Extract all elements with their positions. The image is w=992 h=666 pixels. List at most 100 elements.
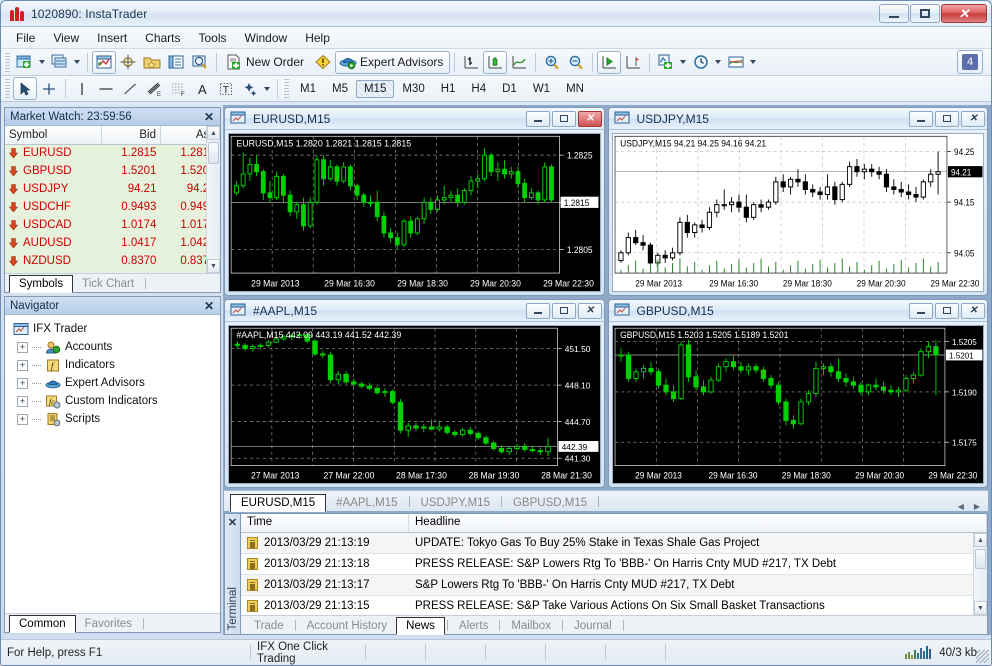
- shapes-button[interactable]: [238, 77, 273, 100]
- news-row[interactable]: 2013/03/29 21:13:17 S&P Lowers Rtg To 'BB…: [241, 575, 987, 596]
- market-watch-row[interactable]: USDCAD 1.0174 1.0177: [5, 216, 220, 235]
- market-watch-row[interactable]: AUDUSD 1.0417 1.0420: [5, 234, 220, 253]
- alert-button[interactable]: [311, 51, 335, 74]
- periods-button[interactable]: [689, 51, 724, 74]
- news-column-headline[interactable]: Headline: [409, 514, 987, 532]
- strategy-tester-button[interactable]: [188, 51, 212, 74]
- chart-minimize-button[interactable]: [909, 110, 933, 127]
- period-bar-grip[interactable]: [283, 79, 289, 98]
- period-m1[interactable]: M1: [292, 80, 324, 98]
- tree-item-expert-advisors[interactable]: + Expert Advisors: [9, 374, 216, 392]
- chart-restore-button[interactable]: [935, 110, 959, 127]
- scrollbar-thumb[interactable]: [208, 142, 219, 164]
- period-h4[interactable]: H4: [463, 80, 494, 98]
- expander-icon[interactable]: +: [17, 359, 28, 371]
- menu-charts[interactable]: Charts: [136, 29, 189, 47]
- text-button[interactable]: A: [190, 77, 214, 100]
- market-watch-row[interactable]: NZDUSD 0.8370 0.8373: [5, 252, 220, 271]
- cursor-button[interactable]: [13, 77, 37, 100]
- scroll-up-icon[interactable]: ▲: [207, 126, 220, 140]
- tab-alerts[interactable]: Alerts: [450, 618, 497, 634]
- zoom-in-button[interactable]: [540, 51, 564, 74]
- menu-file[interactable]: File: [7, 29, 44, 47]
- vertical-line-button[interactable]: [70, 77, 94, 100]
- market-watch-row[interactable]: USDCHF 0.9493 0.9496: [5, 198, 220, 217]
- horizontal-line-button[interactable]: [94, 77, 118, 100]
- chart-close-button[interactable]: ✕: [577, 302, 602, 319]
- trendline-button[interactable]: [118, 77, 142, 100]
- news-row[interactable]: 2013/03/29 21:13:19 UPDATE: Tokyo Gas To …: [241, 533, 987, 554]
- news-column-time[interactable]: Time: [241, 514, 409, 532]
- candlestick-chart-button[interactable]: [483, 50, 508, 74]
- news-scrollbar[interactable]: ▲ ▼: [973, 533, 987, 615]
- chart-minimize-button[interactable]: [525, 302, 550, 319]
- tab-journal[interactable]: Journal: [565, 618, 621, 634]
- tree-root-ifx-trader[interactable]: IFX Trader: [9, 320, 216, 338]
- chart-window-titlebar[interactable]: USDJPY,M15 ✕: [608, 108, 987, 130]
- window-resize-grip[interactable]: [976, 650, 989, 663]
- tab-tick-chart[interactable]: Tick Chart: [73, 276, 143, 292]
- market-watch-row[interactable]: GBPUSD 1.5201 1.5204: [5, 162, 220, 181]
- chart-tab-aapl[interactable]: #AAPL,M15: [326, 495, 407, 511]
- market-watch-row[interactable]: USDJPY 94.21 94.24: [5, 180, 220, 199]
- chart-restore-button[interactable]: [935, 302, 959, 319]
- news-scroll-down-icon[interactable]: ▼: [974, 601, 987, 615]
- chart-window-titlebar[interactable]: #AAPL,M15 ✕: [225, 300, 604, 322]
- market-watch-scrollbar[interactable]: ▲ ▼: [206, 126, 220, 273]
- status-one-click-trading[interactable]: IFX One Click Trading: [251, 641, 366, 665]
- alerts-count-badge[interactable]: 4: [957, 50, 983, 74]
- chart-close-button[interactable]: ✕: [577, 110, 602, 127]
- menu-window[interactable]: Window: [236, 29, 297, 47]
- chart-minimize-button[interactable]: [909, 302, 933, 319]
- period-h1[interactable]: H1: [433, 80, 464, 98]
- zoom-out-button[interactable]: [564, 51, 588, 74]
- drawing-toolbar-grip[interactable]: [4, 79, 10, 98]
- minimize-button[interactable]: [879, 4, 909, 23]
- chart-tab-gbpusd[interactable]: GBPUSD,M15: [503, 495, 597, 511]
- tree-item-indicators[interactable]: + f Indicators: [9, 356, 216, 374]
- text-label-button[interactable]: T: [214, 77, 238, 100]
- tab-prev-arrow-icon[interactable]: ◀: [958, 502, 964, 511]
- indicators-button[interactable]: [654, 51, 689, 74]
- new-order-button[interactable]: New Order: [221, 51, 311, 74]
- tree-item-scripts[interactable]: + Scripts: [9, 410, 216, 428]
- menu-tools[interactable]: Tools: [190, 29, 236, 47]
- templates-button[interactable]: [724, 51, 759, 74]
- bar-chart-button[interactable]: [459, 51, 483, 74]
- chart-canvas-aapl[interactable]: 451.50 448.10 444.70 441.30 442.39 #AAPL,M15 …: [228, 325, 601, 484]
- tab-common[interactable]: Common: [9, 615, 76, 633]
- news-row[interactable]: 2013/03/29 21:13:15 PRESS RELEASE: S&P Ta…: [241, 596, 987, 615]
- market-watch-close-icon[interactable]: ✕: [201, 110, 217, 124]
- toolbar-grip[interactable]: [4, 52, 10, 72]
- market-watch-button[interactable]: [92, 50, 116, 74]
- chart-restore-button[interactable]: [551, 110, 576, 127]
- market-watch-row[interactable]: EURJPY120.75120.78: [5, 270, 220, 273]
- chart-canvas-usdjpy[interactable]: 94.25 94.15 94.05 94.21 USDJPY,M15 94.21 94.…: [611, 133, 984, 292]
- navigator-button[interactable]: [116, 51, 140, 74]
- column-symbol[interactable]: Symbol: [5, 126, 102, 145]
- equidistant-channel-button[interactable]: E: [142, 77, 166, 100]
- tab-trade[interactable]: Trade: [245, 618, 293, 634]
- period-mn[interactable]: MN: [558, 80, 592, 98]
- period-d1[interactable]: D1: [494, 80, 525, 98]
- chart-window-titlebar[interactable]: EURUSD,M15 ✕: [225, 108, 604, 130]
- expert-advisors-button[interactable]: Expert Advisors: [335, 50, 451, 74]
- menu-insert[interactable]: Insert: [88, 29, 136, 47]
- crosshair-button[interactable]: [37, 77, 61, 100]
- news-scroll-up-icon[interactable]: ▲: [974, 533, 987, 547]
- period-m15[interactable]: M15: [355, 79, 395, 98]
- chart-tab-usdjpy[interactable]: USDJPY,M15: [411, 495, 500, 511]
- tab-news[interactable]: News: [396, 617, 445, 635]
- period-w1[interactable]: W1: [525, 80, 558, 98]
- chart-restore-button[interactable]: [551, 302, 576, 319]
- tab-favorites[interactable]: Favorites: [76, 616, 141, 632]
- expander-icon[interactable]: +: [17, 395, 28, 407]
- fibonacci-button[interactable]: F: [166, 77, 190, 100]
- chart-window-eurusd[interactable]: EURUSD,M15 ✕ 1.28251.28151.28051.2815EUR…: [224, 107, 605, 296]
- auto-scroll-button[interactable]: [597, 50, 622, 74]
- menu-help[interactable]: Help: [296, 29, 339, 47]
- chart-window-gbpusd[interactable]: GBPUSD,M15 ✕ 1.5205 1.5190 1.5175 1.5201 GBP…: [607, 299, 988, 488]
- market-watch-row[interactable]: EURUSD 1.2815 1.2818: [5, 144, 220, 163]
- close-button[interactable]: ✕: [941, 4, 987, 23]
- expander-icon[interactable]: +: [17, 341, 28, 353]
